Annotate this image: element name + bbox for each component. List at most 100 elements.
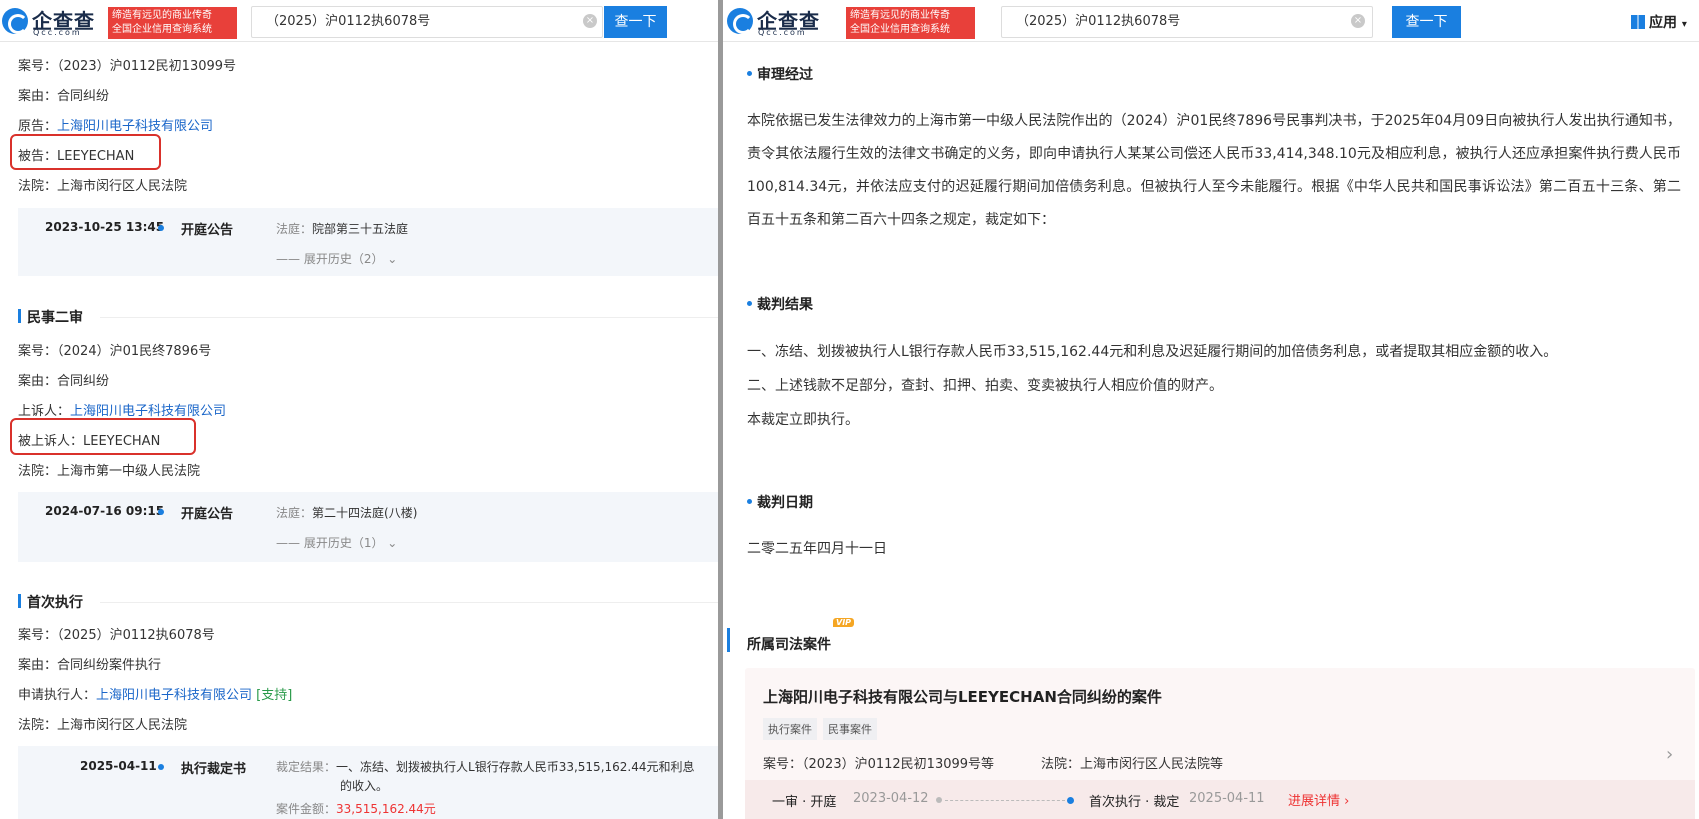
divider	[100, 602, 718, 603]
expand-history-link[interactable]: —— 展开历史（2） ⌄	[276, 250, 397, 267]
search-input[interactable]: （2025）沪0112执6078号 ×	[251, 6, 603, 38]
card-progress-bar: 一审 · 开庭 2023-04-12 首次执行 · 裁定 2025-04-11 …	[745, 780, 1695, 819]
logo-sub: Qcc.com	[33, 28, 82, 37]
case-number: 案号：（2024）沪01民终7896号	[18, 344, 212, 359]
chevron-down-icon: ⌄	[387, 252, 398, 266]
header: 企查查 Qcc.com 缔造有远见的商业传奇 全国企业信用查询系统 （2025）沪…	[723, 0, 1699, 42]
case-cause: 案由：合同纠纷案件执行	[18, 658, 162, 673]
left-pane: 案号：（2023）沪0112民初13099号 案由：合同纠纷 原告：上海阳川电子…	[0, 0, 718, 819]
logo-icon	[727, 8, 753, 34]
card-tags: 执行案件 民事案件	[763, 718, 883, 740]
case-number: 案号：（2023）沪0112民初13099号	[18, 59, 237, 74]
search-value: （2025）沪0112执6078号	[266, 14, 431, 29]
card-court: 法院：上海市闵行区人民法院等	[1041, 757, 1224, 772]
apps-menu[interactable]: 应用 ▾	[1631, 12, 1687, 32]
clear-icon[interactable]: ×	[583, 14, 597, 28]
detail-value: 第二十四法庭(八楼)	[312, 506, 418, 520]
detail-label: 法庭：	[276, 506, 313, 520]
logo-sub: Qcc.com	[758, 28, 807, 37]
divider	[100, 317, 718, 318]
timeline-date: 2023-10-25 13:45	[45, 220, 165, 234]
progress-detail-link[interactable]: 进展详情 ›	[1288, 790, 1349, 809]
timeline-type: 开庭公告	[181, 507, 234, 522]
logo-icon	[2, 8, 28, 34]
section-title: 裁判日期	[747, 492, 813, 512]
plaintiff-link[interactable]: 上海阳川电子科技有限公司	[57, 119, 213, 134]
vip-badge: VIP	[833, 618, 855, 627]
timeline-box: 2024-07-16 09:15 开庭公告 法庭：第二十四法庭(八楼) —— 展…	[18, 492, 718, 562]
chevron-right-icon[interactable]: ›	[1666, 744, 1673, 765]
slogan-line-2: 全国企业信用查询系统	[850, 24, 950, 35]
qcc-logo[interactable]: 企查查 Qcc.com	[727, 6, 835, 37]
section-title: 首次执行	[18, 592, 83, 612]
timeline-type: 执行裁定书	[181, 762, 247, 777]
plaintiff-label: 原告：	[18, 119, 58, 134]
result-line: 二、上述钱款不足部分，查封、扣押、拍卖、变卖被执行人相应价值的财产。	[747, 378, 1223, 394]
slogan-banner: 缔造有远见的商业传奇 全国企业信用查询系统	[108, 7, 237, 39]
step-dot	[936, 797, 942, 803]
applicant-row: 申请执行人：上海阳川电子科技有限公司 [支持]	[18, 684, 292, 703]
progress-detail-label: 进展详情	[1288, 794, 1341, 809]
detail-label: 法庭：	[276, 222, 313, 236]
step-connector	[945, 800, 1065, 801]
qcc-logo[interactable]: 企查查 Qcc.com	[2, 6, 110, 37]
chevron-down-icon: ⌄	[387, 536, 398, 550]
detail-value: 院部第三十五法庭	[312, 222, 409, 236]
card-case-number: 案号：（2023）沪0112民初13099号等	[763, 757, 995, 772]
slogan-line-1: 缔造有远见的商业传奇	[112, 10, 212, 21]
clear-icon[interactable]: ×	[1351, 14, 1365, 28]
slogan-line-1: 缔造有远见的商业传奇	[850, 10, 950, 21]
section-title: 审理经过	[747, 64, 813, 84]
section-marker	[727, 628, 730, 652]
timeline-type: 开庭公告	[181, 223, 234, 238]
applicant-label: 申请执行人：	[18, 688, 97, 703]
court: 法院：上海市闵行区人民法院	[18, 718, 188, 733]
search-button[interactable]: 查一下	[604, 6, 667, 38]
highlight-box	[10, 418, 196, 455]
timeline-date: 2024-07-16 09:15	[45, 504, 165, 518]
search-input[interactable]: （2025）沪0112执6078号 ×	[1001, 6, 1373, 38]
applicant-link[interactable]: 上海阳川电子科技有限公司	[96, 688, 252, 703]
case-cause: 案由：合同纠纷	[18, 374, 110, 389]
header: 企查查 Qcc.com 缔造有远见的商业传奇 全国企业信用查询系统 （2025）沪…	[0, 0, 718, 42]
result-line: 一、冻结、划拨被执行人L银行存款人民币33,515,162.44元和利息及迟延履…	[747, 344, 1558, 360]
progress-step-label: 首次执行 · 裁定	[1089, 795, 1180, 810]
related-case-card[interactable]: 上海阳川电子科技有限公司与LEEYECHAN合同纠纷的案件 执行案件 民事案件 案…	[745, 668, 1695, 819]
appellant-label: 上诉人：	[18, 404, 71, 419]
timeline-box: 2025-04-11 执行裁定书 裁定结果：一、冻结、划拨被执行人L银行存款人民…	[18, 746, 718, 819]
appellant-row: 上诉人：上海阳川电子科技有限公司	[18, 400, 226, 419]
grid-icon	[1631, 15, 1645, 29]
plaintiff-row: 原告：上海阳川电子科技有限公司	[18, 115, 213, 134]
expand-history-link[interactable]: —— 展开历史（1） ⌄	[276, 534, 397, 551]
section-title: 裁判结果	[747, 294, 813, 314]
timeline-dot	[158, 225, 164, 231]
section-title: 民事二审	[18, 307, 83, 327]
search-button[interactable]: 查一下	[1392, 6, 1461, 38]
timeline-box: 2023-10-25 13:45 开庭公告 法庭：院部第三十五法庭 —— 展开历…	[18, 208, 718, 276]
search-value: （2025）沪0112执6078号	[1016, 14, 1181, 29]
result-line: 本裁定立即执行。	[747, 412, 859, 428]
appellant-link[interactable]: 上海阳川电子科技有限公司	[70, 404, 226, 419]
step-dot	[1067, 797, 1074, 804]
court: 法院：上海市第一中级人民法院	[18, 464, 201, 479]
timeline-dot	[158, 764, 164, 770]
timeline-detail: 法庭：院部第三十五法庭	[276, 220, 408, 237]
progress-step-label: 一审 · 开庭	[772, 795, 837, 810]
progress-step-date: 2023-04-12	[853, 791, 929, 806]
expand-label: —— 展开历史（1）	[276, 536, 384, 550]
detail-value: 一、冻结、划拨被执行人L银行存款人民币33,515,162.44元和利息	[336, 760, 695, 774]
card-title[interactable]: 上海阳川电子科技有限公司与LEEYECHAN合同纠纷的案件	[763, 686, 1162, 707]
highlight-box	[10, 134, 161, 170]
amount-label: 案件金额：	[276, 802, 337, 816]
progress-step-date: 2025-04-11	[1189, 791, 1265, 806]
timeline-detail: 裁定结果：一、冻结、划拨被执行人L银行存款人民币33,515,162.44元和利…	[276, 758, 695, 775]
timeline-dot	[158, 509, 164, 515]
judgment-date: 二零二五年四月十一日	[747, 541, 887, 557]
tag: 民事案件	[823, 718, 877, 740]
slogan-line-2: 全国企业信用查询系统	[112, 24, 212, 35]
section-title: 所属司法案件	[747, 637, 831, 653]
detail-label: 裁定结果：	[276, 760, 337, 774]
case-amount: 案件金额：33,515,162.44元	[276, 800, 436, 817]
right-pane: 审理经过 本院依据已发生法律效力的上海市第一中级人民法院作出的（2024）沪01…	[723, 0, 1699, 819]
timeline-date: 2025-04-11	[80, 759, 157, 773]
